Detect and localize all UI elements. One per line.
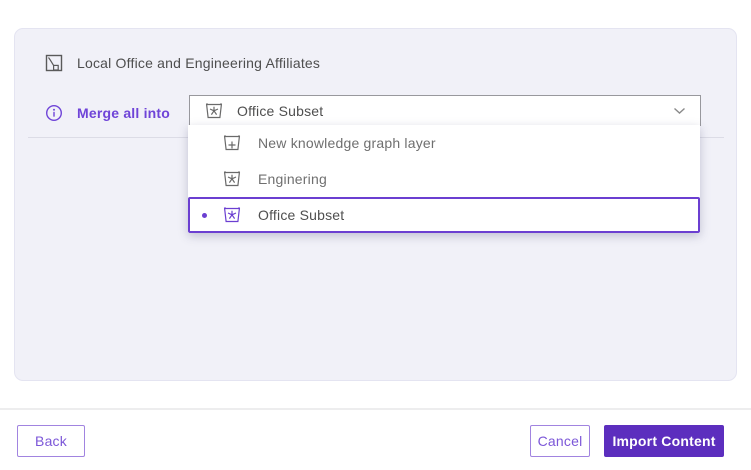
dataset-row: Local Office and Engineering Affiliates — [45, 53, 320, 73]
knowledge-graph-layer-icon — [204, 102, 224, 120]
dropdown-option-enginering[interactable]: Enginering — [188, 161, 700, 197]
dropdown-option-label: New knowledge graph layer — [258, 135, 436, 151]
info-circle-icon — [45, 104, 63, 122]
knowledge-graph-layer-icon — [222, 170, 242, 188]
chart-square-icon — [45, 54, 63, 72]
footer-divider — [0, 408, 751, 410]
cancel-button[interactable]: Cancel — [530, 425, 590, 457]
dropdown-option-label: Office Subset — [258, 207, 344, 223]
chevron-down-icon — [673, 107, 686, 115]
dataset-label: Local Office and Engineering Affiliates — [77, 55, 320, 71]
selected-bullet-icon — [202, 213, 207, 218]
merge-row: Merge all into — [45, 103, 170, 123]
dropdown-option-new-layer[interactable]: New knowledge graph layer — [188, 125, 700, 161]
knowledge-graph-layer-icon — [222, 206, 242, 224]
import-content-button[interactable]: Import Content — [604, 425, 724, 457]
import-dialog: Local Office and Engineering Affiliates … — [0, 0, 751, 470]
merge-target-dropdown: New knowledge graph layer Enginering — [188, 125, 700, 233]
new-knowledge-graph-layer-icon — [222, 134, 242, 152]
select-value: Office Subset — [237, 103, 660, 119]
merge-target-select[interactable]: Office Subset — [189, 95, 701, 126]
back-button[interactable]: Back — [17, 425, 85, 457]
dropdown-option-label: Enginering — [258, 171, 327, 187]
merge-label: Merge all into — [77, 105, 170, 121]
dropdown-option-office-subset[interactable]: Office Subset — [188, 197, 700, 233]
